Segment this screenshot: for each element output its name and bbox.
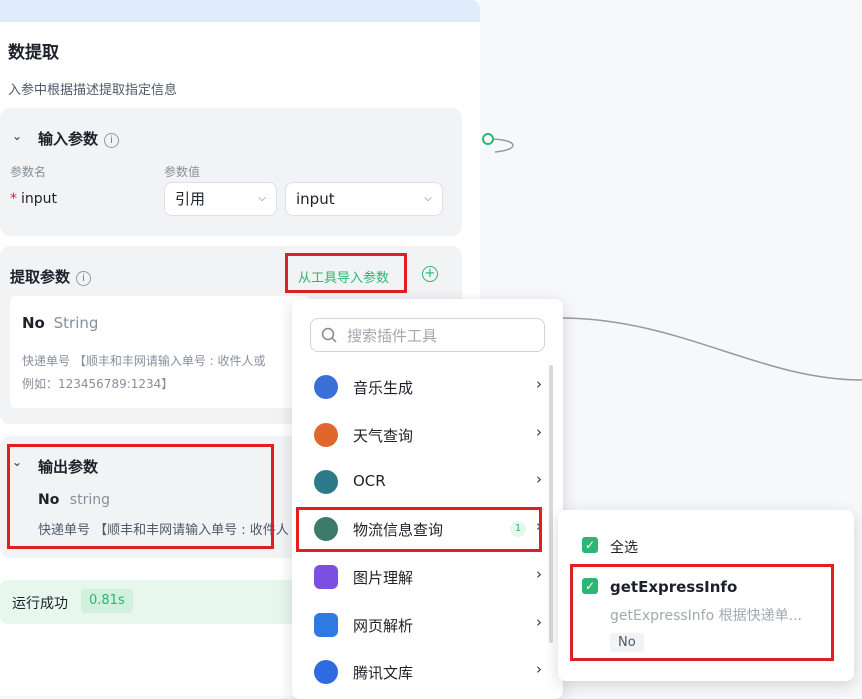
extract-param-item[interactable]: No String 快递单号 【顺丰和丰网请输入单号 : 收件人或 例如：123… <box>10 296 310 408</box>
extract-param-name: No <box>22 314 45 332</box>
weather-icon <box>314 423 338 447</box>
tool-item-label: 腾讯文库 <box>353 664 414 682</box>
reference-type-value: 引用 <box>175 190 206 208</box>
output-port[interactable] <box>482 133 494 145</box>
add-param-icon[interactable]: + <box>422 266 438 282</box>
value-select[interactable]: input ⌵ <box>285 182 443 216</box>
param-name: input <box>21 191 58 207</box>
highlight-logistics-item <box>296 507 542 552</box>
extract-param-desc-line1: 快递单号 【顺丰和丰网请输入单号 : 收件人或 <box>22 354 266 368</box>
tool-item-label: OCR <box>353 472 386 490</box>
extract-param-desc-line2: 例如：123456789:1234】 <box>22 377 174 391</box>
tool-item-label: 音乐生成 <box>353 379 414 397</box>
ocr-icon <box>314 470 338 494</box>
tool-item-ocr[interactable]: OCR › <box>298 460 546 504</box>
info-icon[interactable]: i <box>76 271 92 286</box>
checkbox-checked-icon[interactable]: ✓ <box>582 537 598 553</box>
tool-item-label: 网页解析 <box>353 617 414 635</box>
param-name-row: * input <box>10 191 57 207</box>
chevron-right-icon: › <box>536 660 542 678</box>
info-icon[interactable]: i <box>104 133 120 148</box>
tool-item-weather[interactable]: 天气查询 › <box>298 413 546 457</box>
param-value-header: 参数值 <box>164 165 201 179</box>
search-input[interactable] <box>345 319 539 353</box>
chevron-down-icon: ⌵ <box>258 193 266 204</box>
highlight-output-params <box>7 444 274 549</box>
tool-item-music[interactable]: 音乐生成 › <box>298 365 546 409</box>
extract-params-title: 提取参数 i <box>10 266 92 287</box>
node-subtitle: 入参中根据描述提取指定信息 <box>8 83 178 98</box>
highlight-getexpressinfo <box>570 564 834 661</box>
reference-type-select[interactable]: 引用 ⌵ <box>164 182 277 216</box>
tool-item-label: 天气查询 <box>353 427 414 445</box>
param-name-header: 参数名 <box>10 165 47 179</box>
search-box[interactable] <box>310 318 545 353</box>
value-select-value: input <box>296 190 335 208</box>
collapse-chevron-icon[interactable]: ⌄ <box>12 129 22 143</box>
chevron-right-icon: › <box>536 423 542 441</box>
node-title: 数提取 <box>8 43 59 63</box>
web-parse-icon <box>314 613 338 637</box>
chevron-down-icon: ⌵ <box>424 193 432 204</box>
tool-item-tencent-doc[interactable]: 腾讯文库 › <box>298 650 546 694</box>
extract-param-type: String <box>53 314 99 332</box>
tool-item-web-parse[interactable]: 网页解析 › <box>298 603 546 647</box>
tencent-doc-icon <box>314 660 338 684</box>
input-params-card: ⌄ 输入参数 i 参数名 参数值 * input 引用 ⌵ input ⌵ <box>0 108 462 236</box>
chevron-right-icon: › <box>536 613 542 631</box>
music-icon <box>314 375 338 399</box>
run-time-badge: 0.81s <box>81 589 133 613</box>
input-params-title: 输入参数 i <box>38 128 120 149</box>
run-status-text: 运行成功 <box>12 596 68 612</box>
plugin-tool-dropdown: 音乐生成 › 天气查询 › OCR › 物流信息查询 1 › 图片理解 › 网页… <box>292 299 563 699</box>
search-icon <box>321 327 337 343</box>
highlight-import-button <box>285 253 407 293</box>
tool-item-image-understand[interactable]: 图片理解 › <box>298 555 546 599</box>
select-all-label: 全选 <box>610 540 638 556</box>
chevron-right-icon: › <box>536 470 542 488</box>
required-mark: * <box>10 191 17 207</box>
dropdown-scrollbar[interactable] <box>549 365 553 643</box>
tool-item-label: 图片理解 <box>353 569 414 587</box>
chevron-right-icon: › <box>536 375 542 393</box>
chevron-right-icon: › <box>536 565 542 583</box>
node-header-bar <box>0 0 480 22</box>
image-understand-icon <box>314 565 338 589</box>
